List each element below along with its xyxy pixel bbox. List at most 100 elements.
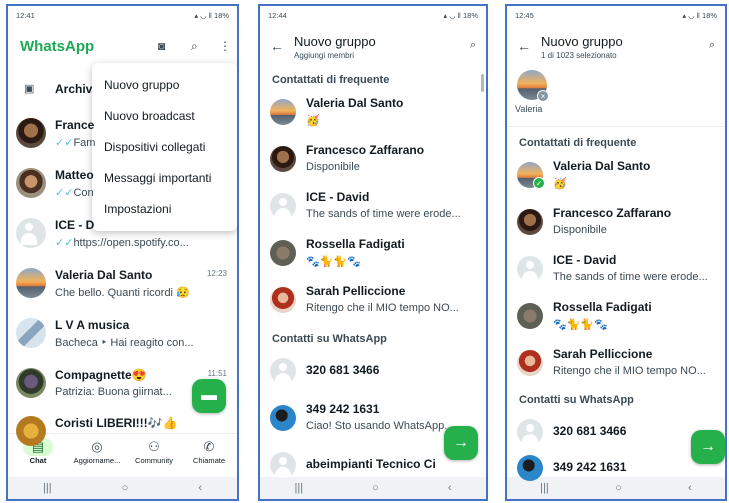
tab-calls-label: Chiamate: [192, 456, 226, 465]
battery-level: 18%: [701, 10, 717, 20]
contact-status: Ritengo che il MIO tempo NO...: [306, 302, 459, 314]
chat-time: 11:51: [207, 369, 227, 378]
app-title: WhatsApp: [20, 38, 95, 55]
contact-name: Francesco Zaffarano: [553, 206, 672, 220]
chat-list-item[interactable]: Compagnette😍 Patrizia: Buona giirnat... 11…: [8, 356, 237, 406]
chat-list-item[interactable]: Valeria Dal Santo Che bello. Quanti ricor…: [8, 256, 237, 306]
contact-status: Disponibile: [306, 161, 360, 173]
contact-row[interactable]: Francesco Zaffarano Disponibile: [260, 137, 486, 183]
page-title: Nuovo gruppo: [294, 34, 376, 49]
status-bar: 12:45 ▴ ◡ ‖ 18%: [507, 6, 725, 24]
chat-preview-text: Fam: [73, 137, 96, 149]
page-subtitle: Aggiungi membri: [294, 51, 355, 60]
contact-name: Rossella Fadigati: [306, 237, 405, 251]
contact-name: Francesco Zaffarano: [306, 143, 425, 157]
contact-status: 🥳: [553, 178, 567, 190]
search-icon[interactable]: ⌕: [470, 39, 476, 52]
selected-check-icon: ✓: [533, 177, 545, 189]
more-options-icon[interactable]: ⋮: [219, 39, 231, 53]
search-icon[interactable]: ⌕: [191, 39, 198, 54]
avatar: [517, 350, 543, 376]
avatar: [270, 452, 296, 478]
avatar: [270, 193, 296, 219]
contact-status: Ciao! Sto usando WhatsApp.: [306, 420, 448, 432]
chat-list-item[interactable]: L V A musica Bacheca ‣ Hai reagito con...: [8, 306, 237, 356]
section-frequent: Contattati di frequente: [519, 137, 637, 149]
tab-community-label: Community: [135, 456, 173, 465]
avatar: [517, 256, 543, 282]
back-arrow-icon[interactable]: ←: [270, 38, 284, 54]
chat-name: L V A musica: [55, 318, 130, 332]
battery-level: 18%: [213, 10, 229, 20]
contact-row[interactable]: ICE - David The sands of time were erode.…: [507, 247, 725, 293]
contact-row[interactable]: abeimpianti Tecnico Ci: [260, 443, 486, 489]
divider: [507, 126, 725, 127]
search-icon[interactable]: ⌕: [709, 39, 715, 52]
contact-name: Valeria Dal Santo: [553, 159, 651, 173]
chat-preview-text: Con: [73, 187, 94, 199]
chat-name: Coristi LIBERI!!!🎶👍: [55, 416, 178, 430]
contact-name: Sarah Pelliccione: [306, 284, 406, 298]
chat-preview-text: Bacheca ‣ Hai reagito con...: [55, 337, 194, 349]
selected-chip-label: Valeria: [515, 104, 543, 114]
menu-item-new-group[interactable]: Nuovo gruppo: [104, 78, 179, 92]
back-arrow-icon[interactable]: ←: [517, 38, 531, 54]
chat-name: France: [55, 118, 95, 132]
contact-name: Sarah Pelliccione: [553, 347, 653, 361]
contact-row[interactable]: Rossella Fadigati 🐾🐈🐈🐾: [507, 294, 725, 340]
chat-preview-text: https://open.spotify.co...: [73, 237, 189, 249]
contact-row[interactable]: 320 681 3466: [260, 349, 486, 395]
contact-status: 🐾🐈🐈🐾: [306, 256, 361, 268]
avatar: [16, 416, 46, 446]
contact-name: ICE - David: [306, 190, 370, 204]
screenshot-collage: 12:41 ▴ ◡ ‖ 18% WhatsApp ◙ ⌕ ⋮ ▣ Archivi…: [0, 0, 729, 503]
avatar: [517, 419, 543, 445]
contact-row[interactable]: Francesco Zaffarano Disponibile: [507, 200, 725, 246]
contact-row[interactable]: ✓ Valeria Dal Santo 🥳: [507, 153, 725, 199]
avatar: [270, 99, 296, 125]
signal-icon: ▴ ◡ ‖: [682, 10, 702, 20]
phone-add-members-screen: 12:44 ▴ ◡ ‖ 18% ← Nuovo gruppo Aggiungi …: [258, 4, 488, 501]
recents-button[interactable]: |||: [43, 482, 52, 494]
archived-label: Archivi: [55, 82, 96, 96]
tab-chat-label: Chat: [29, 456, 47, 465]
contact-row[interactable]: Rossella Fadigati 🐾🐈🐈🐾: [260, 231, 486, 277]
section-whatsapp-contacts: Contatti su WhatsApp: [519, 394, 634, 406]
chat-name: ICE - D: [55, 218, 95, 232]
contact-row[interactable]: Valeria Dal Santo 🥳: [260, 90, 486, 136]
chat-list-item[interactable]: Coristi LIBERI!!!🎶👍: [8, 404, 237, 454]
status-time: 12:44: [268, 10, 287, 20]
chat-list-item[interactable]: France ✓✓Fam: [8, 106, 237, 156]
status-time: 12:45: [515, 10, 534, 20]
contact-row[interactable]: Sarah Pelliccione Ritengo che il MIO temp…: [260, 278, 486, 324]
remove-icon[interactable]: ×: [537, 90, 549, 102]
contact-row[interactable]: 349 242 1631: [507, 446, 725, 492]
contact-row[interactable]: 349 242 1631 Ciao! Sto usando WhatsApp.: [260, 396, 486, 442]
avatar: [517, 303, 543, 329]
page-title: Nuovo gruppo: [541, 34, 623, 49]
chat-list-item[interactable]: Matteo ✓✓Con: [8, 156, 237, 206]
avatar: [16, 368, 46, 398]
section-frequent: Contattati di frequente: [272, 74, 390, 86]
chat-name: Compagnette😍: [55, 368, 147, 382]
avatar: [517, 455, 543, 481]
back-button[interactable]: ‹: [198, 482, 202, 494]
chat-preview-text: Che bello. Quanti ricordi 😥: [55, 287, 190, 299]
selected-chip[interactable]: × Valeria: [515, 70, 555, 126]
chat-list-item[interactable]: ICE - D ✓✓https://open.spotify.co...: [8, 206, 237, 256]
battery-level: 18%: [462, 10, 478, 20]
chat-preview: ✓✓Fam: [55, 136, 217, 149]
avatar: [517, 209, 543, 235]
contact-row[interactable]: ICE - David The sands of time were erode.…: [260, 184, 486, 230]
contact-row[interactable]: Sarah Pelliccione Ritengo che il MIO temp…: [507, 341, 725, 387]
chat-preview: Che bello. Quanti ricordi 😥: [55, 286, 217, 299]
avatar: [270, 287, 296, 313]
tab-updates-label: Aggiorname...: [73, 456, 121, 465]
signal-icon: ▴ ◡ ‖: [194, 10, 214, 20]
camera-icon[interactable]: ◙: [158, 39, 165, 53]
chat-name: Valeria Dal Santo: [55, 268, 153, 282]
avatar: [16, 318, 46, 348]
phone-selected-members-screen: 12:45 ▴ ◡ ‖ 18% ← Nuovo gruppo 1 di 1023…: [505, 4, 727, 501]
contact-name: 349 242 1631: [553, 460, 627, 474]
home-button[interactable]: ○: [122, 482, 129, 494]
